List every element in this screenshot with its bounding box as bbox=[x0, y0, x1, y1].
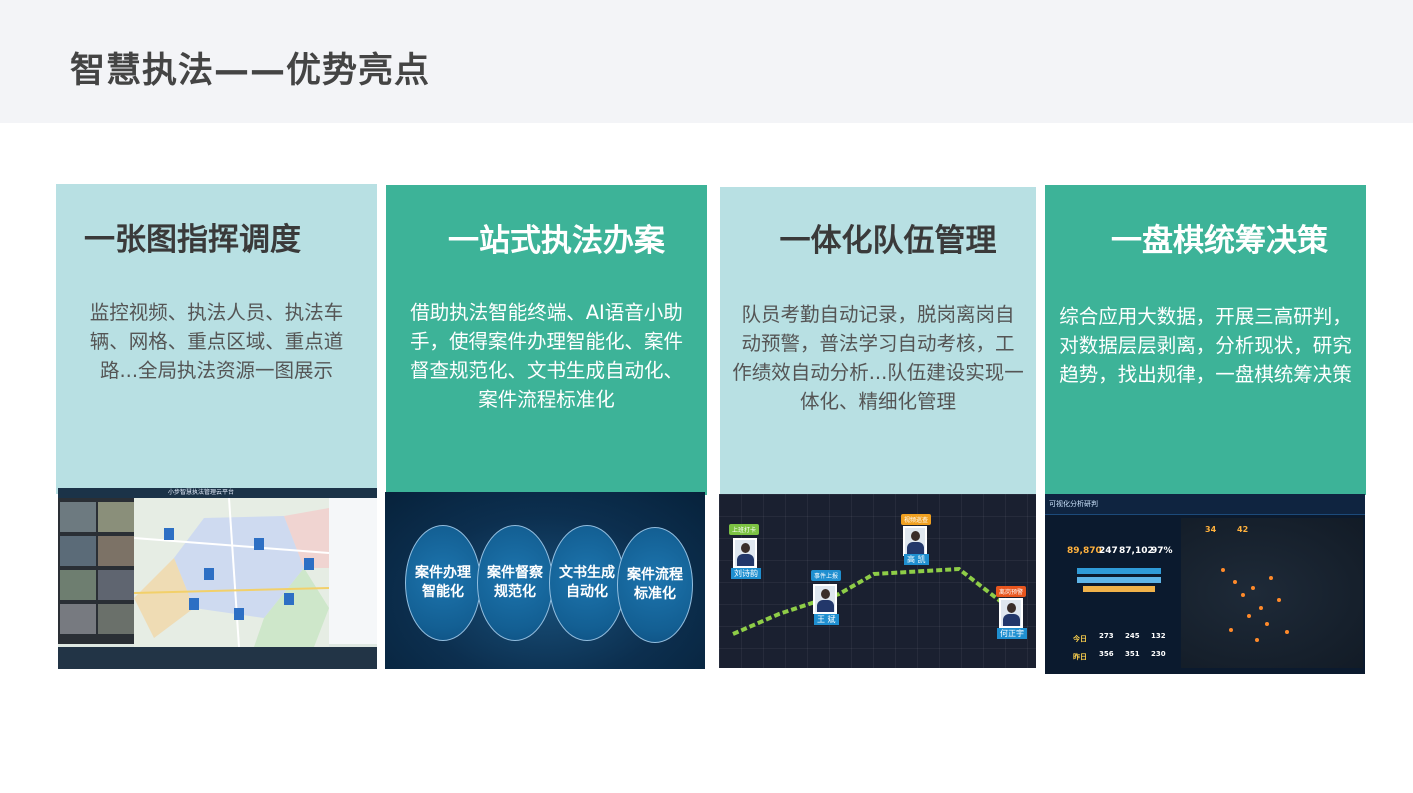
circle-case-supervision: 案件督察 规范化 bbox=[477, 525, 553, 641]
today-value: 273 bbox=[1099, 632, 1114, 640]
person-tag: 上班打卡 bbox=[729, 524, 760, 535]
card-description: 综合应用大数据，开展三高研判，对数据层层剥离，分析现状，研究趋势，找出规律，一盘… bbox=[1059, 305, 1352, 386]
row-label: 今日 bbox=[1073, 635, 1087, 643]
patrol-route bbox=[732, 566, 1006, 636]
stat-value: 97% bbox=[1151, 546, 1173, 556]
card-title: 一站式执法办案 bbox=[448, 223, 665, 259]
stat-value: 89,870 bbox=[1067, 546, 1102, 556]
yesterday-value: 356 bbox=[1099, 650, 1114, 658]
card-map-dispatch: 一张图指挥调度 监控视频、执法人员、执法车辆、网格、重点区域、重点道路...全局… bbox=[56, 184, 377, 494]
card-title: 一体化队伍管理 bbox=[779, 223, 997, 259]
analysis-dashboard-screenshot: 可视化分析研判 89,870 247 87,102 97% 今日 273 245… bbox=[1045, 494, 1365, 674]
header-bar: 智慧执法——优势亮点 bbox=[0, 0, 1413, 123]
team-tracking-graphic: 上班打卡 刘诗韵 事件上报 王 斌 视频巡查 高 凯 离岗预警 何正宇 bbox=[719, 494, 1036, 668]
person-name: 高 凯 bbox=[904, 554, 929, 565]
card-one-stop-case: 一站式执法办案 借助执法智能终端、AI语音小助手，使得案件办理智能化、案件督查规… bbox=[386, 185, 707, 495]
screenshot-bottombar bbox=[58, 647, 377, 669]
today-value: 132 bbox=[1151, 632, 1166, 640]
person-tag: 视频巡查 bbox=[901, 514, 932, 525]
counter-value: 42 bbox=[1237, 525, 1249, 534]
circle-case-flow: 案件流程 标准化 bbox=[617, 527, 693, 643]
stat-value: 247 bbox=[1099, 546, 1118, 556]
card-title: 一张图指挥调度 bbox=[84, 222, 301, 258]
heat-map: 34 42 bbox=[1181, 518, 1363, 668]
person-name: 王 斌 bbox=[814, 614, 839, 625]
funnel-bar bbox=[1077, 577, 1161, 583]
card-description: 监控视频、执法人员、执法车辆、网格、重点区域、重点道路...全局执法资源一图展示 bbox=[89, 301, 344, 382]
page-title: 智慧执法——优势亮点 bbox=[70, 51, 431, 91]
circle-document-generation: 文书生成 自动化 bbox=[549, 525, 625, 641]
card-description: 队员考勤自动记录，脱岗离岗自动预警，普法学习自动考核，工作绩效自动分析...队伍… bbox=[732, 303, 1024, 413]
video-panel bbox=[58, 498, 134, 644]
dashboard-topbar: 可视化分析研判 bbox=[1045, 494, 1365, 515]
card-title: 一盘棋统筹决策 bbox=[1111, 223, 1328, 259]
person-name: 刘诗韵 bbox=[731, 568, 761, 579]
case-process-graphic: 案件办理 智能化 案件督察 规范化 文书生成 自动化 案件流程 标准化 bbox=[385, 492, 705, 669]
person-avatar bbox=[733, 538, 757, 568]
person-avatar bbox=[813, 584, 837, 614]
stat-value: 87,102 bbox=[1119, 546, 1154, 556]
counter-value: 34 bbox=[1205, 525, 1217, 534]
yesterday-value: 230 bbox=[1151, 650, 1166, 658]
card-description: 借助执法智能终端、AI语音小助手，使得案件办理智能化、案件督查规范化、文书生成自… bbox=[409, 301, 683, 411]
circle-case-handling: 案件办理 智能化 bbox=[405, 525, 481, 641]
funnel-bar bbox=[1077, 568, 1161, 574]
screenshot-title: 小步智慧执法管理云平台 bbox=[168, 489, 235, 496]
person-avatar bbox=[999, 598, 1023, 628]
funnel-bar bbox=[1083, 586, 1155, 592]
person-name: 何正宇 bbox=[997, 628, 1027, 639]
screenshot-topbar: 小步智慧执法管理云平台 bbox=[58, 488, 377, 498]
person-tag: 事件上报 bbox=[811, 570, 842, 581]
today-value: 245 bbox=[1125, 632, 1140, 640]
row-label: 昨日 bbox=[1073, 653, 1087, 661]
person-tag: 离岗预警 bbox=[996, 586, 1027, 597]
map-dispatch-screenshot: 小步智慧执法管理云平台 bbox=[58, 488, 377, 669]
yesterday-value: 351 bbox=[1125, 650, 1140, 658]
card-team-management: 一体化队伍管理 队员考勤自动记录，脱岗离岗自动预警，普法学习自动考核，工作绩效自… bbox=[720, 187, 1036, 495]
person-avatar bbox=[903, 526, 927, 556]
dashboard-title: 可视化分析研判 bbox=[1049, 500, 1098, 508]
map-area bbox=[134, 498, 329, 647]
statistics-panel bbox=[329, 498, 377, 644]
card-decision-making: 一盘棋统筹决策 综合应用大数据，开展三高研判，对数据层层剥离，分析现状，研究趋势… bbox=[1045, 185, 1366, 495]
